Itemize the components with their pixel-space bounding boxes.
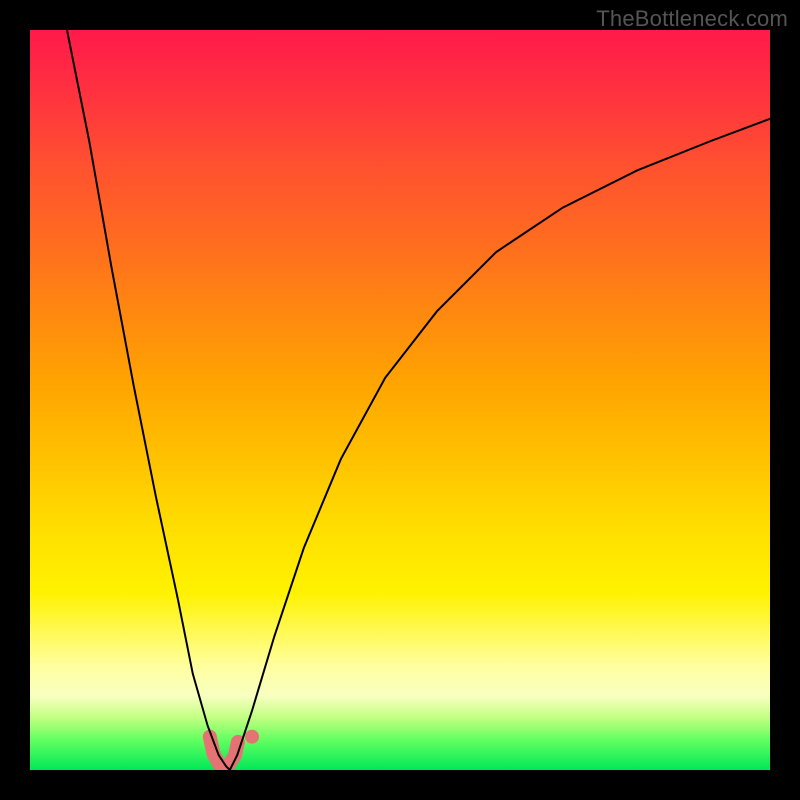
right-curve [230, 119, 770, 770]
left-curve [67, 30, 230, 770]
curves-svg [30, 30, 770, 770]
watermark-text: TheBottleneck.com [596, 6, 788, 32]
chart-frame: TheBottleneck.com [0, 0, 800, 800]
highlight-dot [245, 730, 259, 744]
plot-area [30, 30, 770, 770]
